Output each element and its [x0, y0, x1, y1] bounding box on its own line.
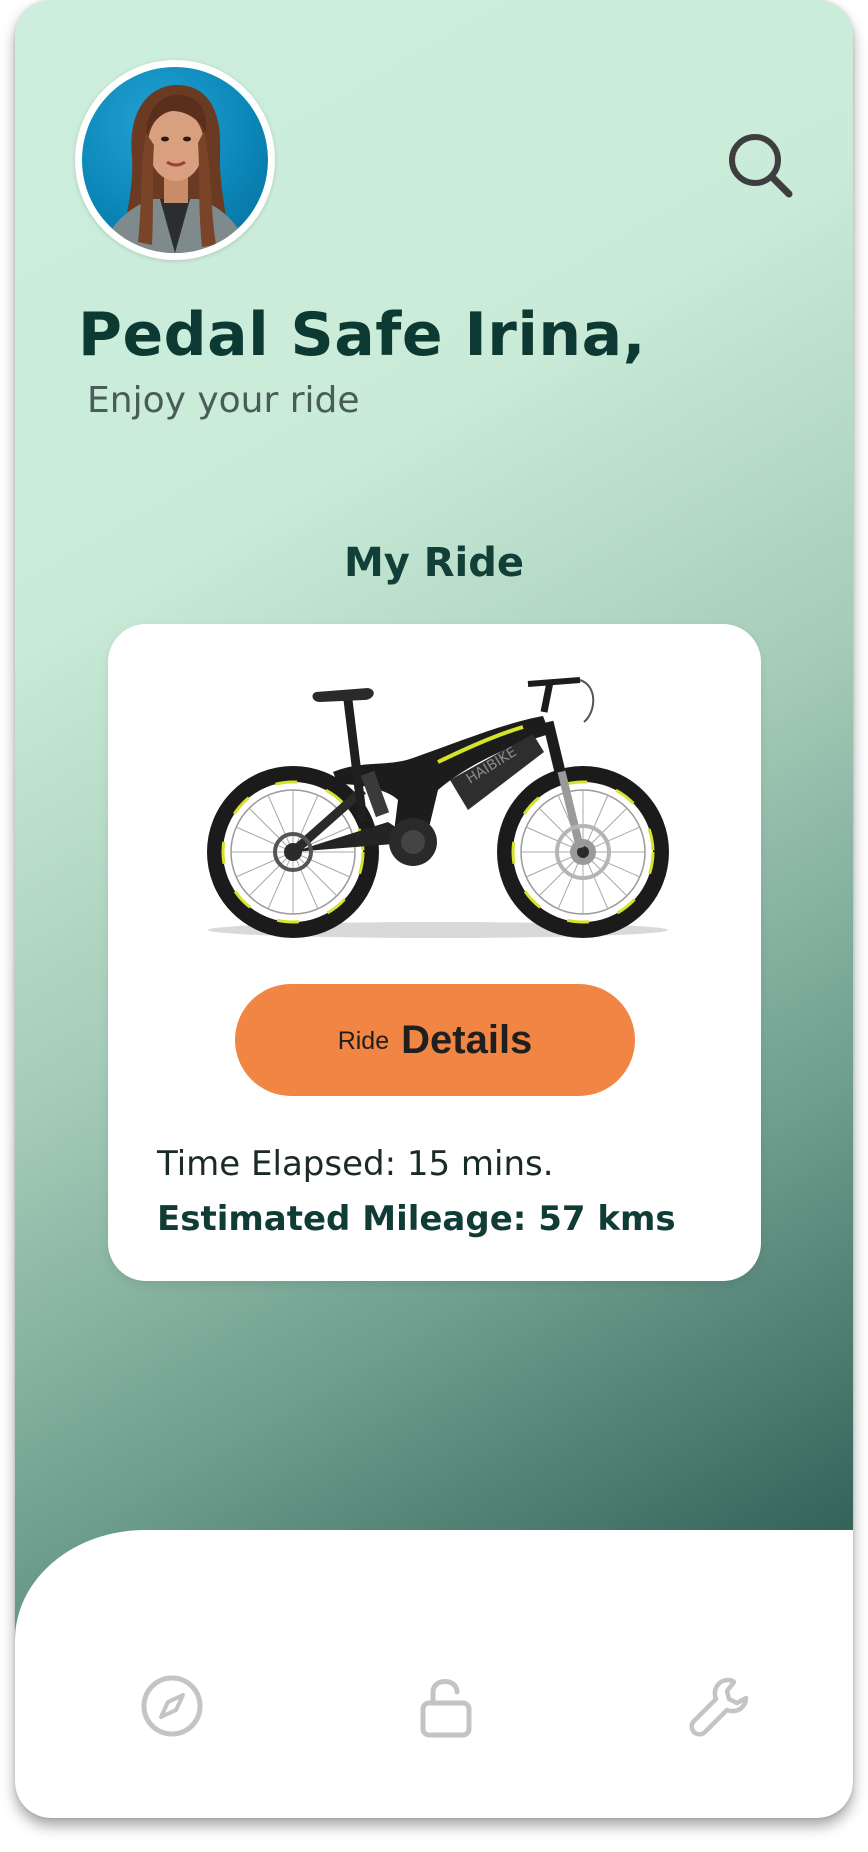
wrench-icon [689, 1677, 749, 1737]
nav-lock[interactable] [410, 1670, 482, 1742]
search-button[interactable] [723, 128, 799, 204]
section-title: My Ride [343, 540, 525, 586]
avatar[interactable] [75, 60, 275, 260]
app-screen: Pedal Safe Irina, Enjoy your ride My Rid… [15, 0, 853, 1818]
ride-details-label: Details [401, 1017, 533, 1062]
ride-details-prefix: Ride [337, 1026, 390, 1055]
ride-card: HAIBIKE Ride Details Time Elapsed: 15 mi… [108, 624, 761, 1281]
ride-details-button[interactable]: Ride Details [235, 984, 635, 1096]
unlock-icon [420, 1679, 472, 1738]
bottom-nav [15, 1530, 853, 1818]
estimated-mileage: Estimated Mileage: 57 kms [157, 1199, 676, 1239]
search-icon [729, 134, 793, 198]
avatar-photo [82, 67, 268, 253]
bike-image: HAIBIKE [188, 672, 688, 972]
time-elapsed: Time Elapsed: 15 mins. [157, 1144, 554, 1184]
nav-settings[interactable] [682, 1670, 754, 1742]
nav-compass[interactable] [136, 1670, 208, 1742]
compass-icon [141, 1675, 203, 1737]
greeting-title: Pedal Safe Irina, [78, 300, 646, 370]
greeting-subtitle: Enjoy your ride [87, 380, 360, 421]
